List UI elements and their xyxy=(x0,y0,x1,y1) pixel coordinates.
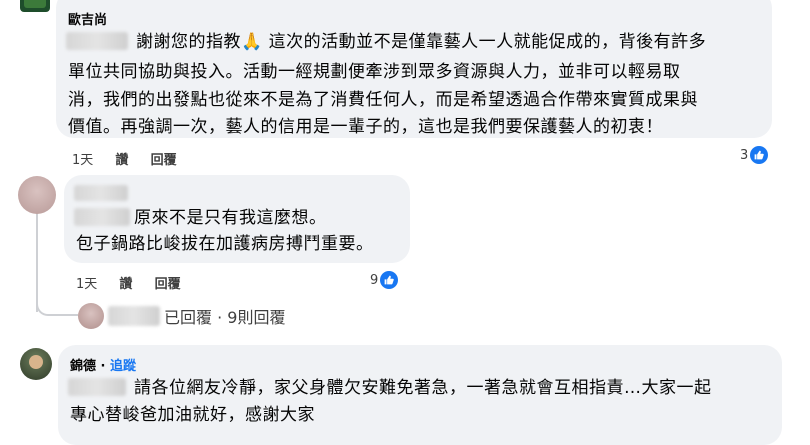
replies-summary: 已回覆 · 9則回覆 xyxy=(164,308,286,327)
reply-link[interactable]: 回覆 xyxy=(151,153,177,168)
blurred-mention xyxy=(68,378,126,396)
thread-line xyxy=(36,212,38,312)
comment-time[interactable]: 1天 xyxy=(72,153,93,168)
reaction-count[interactable]: 3 xyxy=(740,146,769,164)
comment-text-line: 消，我們的出發點也從來不是為了消費任何人，而是希望透過合作帶來實質成果與 xyxy=(68,90,698,110)
comment-text-line: 價值。再強調一次，藝人的信用是一輩子的，這也是我們要保護藝人的初衷！ xyxy=(68,117,663,137)
like-link[interactable]: 讚 xyxy=(115,153,128,168)
avatar xyxy=(78,303,104,329)
comment-text-line: 單位共同協助與投入。活動一經規劃便牽涉到眾多資源與人力，並非可以輕易取 xyxy=(68,62,681,82)
avatar-page[interactable] xyxy=(20,0,50,12)
blurred-author xyxy=(108,306,160,326)
view-replies-link[interactable]: 已回覆 · 9則回覆 xyxy=(78,303,285,329)
like-icon xyxy=(380,271,399,289)
comment-text-line: 專心替峻爸加油就好，感謝大家 xyxy=(70,405,315,425)
like-link[interactable]: 讚 xyxy=(119,277,132,292)
reaction-count[interactable]: 9 xyxy=(370,271,399,289)
reply-link[interactable]: 回覆 xyxy=(155,277,181,292)
blurred-mention xyxy=(74,208,130,226)
blurred-author xyxy=(74,185,128,201)
comment-actions: 1天 讚 回覆 xyxy=(72,149,195,168)
comment-text-line: 請各位網友冷靜，家父身體欠安難免著急，一著急就會互相指責…大家一起 xyxy=(134,378,712,398)
page-logo-icon xyxy=(24,0,46,8)
avatar-face-icon xyxy=(29,355,43,369)
avatar[interactable] xyxy=(20,348,52,380)
follow-button[interactable]: 追蹤 xyxy=(110,359,136,374)
comment-author[interactable]: 歐吉尚 xyxy=(68,9,107,28)
comment-time[interactable]: 1天 xyxy=(76,277,97,292)
comment-author-row: 錦德 · 追蹤 xyxy=(70,355,136,374)
like-icon xyxy=(750,146,769,164)
comment-author[interactable]: 錦德 xyxy=(70,359,96,374)
blurred-mention xyxy=(66,32,128,50)
comment-actions: 1天 讚 回覆 xyxy=(76,273,199,292)
comment-text-line: 謝謝您的指教🙏 這次的活動並不是僅靠藝人一人就能促成的，背後有許多 xyxy=(136,32,707,52)
thread-line-curve xyxy=(36,300,78,316)
comment-text-line: 包子鍋路比峻拔在加護病房搏鬥重要。 xyxy=(76,234,374,254)
author-separator: · xyxy=(96,359,111,374)
avatar[interactable] xyxy=(18,176,56,214)
